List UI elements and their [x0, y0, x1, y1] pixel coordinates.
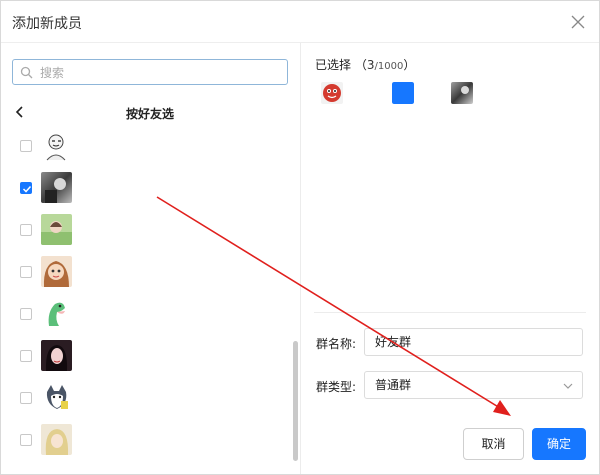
friend-row[interactable] [1, 168, 291, 210]
group-type-value: 普通群 [375, 378, 412, 392]
blue-square-avatar[interactable] [392, 82, 414, 104]
dark-hair-girl-avatar [41, 340, 72, 371]
friend-row[interactable] [1, 378, 291, 420]
husky-dog-avatar [41, 382, 72, 413]
group-type-label: 群类型: [316, 380, 357, 394]
cancel-button[interactable]: 取消 [463, 428, 524, 460]
friend-checkbox[interactable] [20, 224, 32, 236]
add-member-dialog: 添加新成员 按好友选 [0, 0, 600, 475]
friend-checkbox[interactable] [20, 266, 32, 278]
group-type-select[interactable]: 普通群 [364, 371, 583, 399]
friend-row[interactable] [1, 252, 291, 294]
blonde-girl-avatar [41, 424, 72, 455]
panel-divider [300, 43, 301, 474]
back-arrow-icon[interactable] [14, 105, 26, 119]
green-field-avatar [41, 214, 72, 245]
open-paren: （ [354, 58, 367, 72]
friend-row[interactable] [1, 210, 291, 252]
meme-cartoon-avatar [41, 130, 72, 161]
friend-row[interactable] [1, 126, 291, 168]
grayscale-photo-avatar [41, 172, 72, 203]
group-name-value: 好友群 [375, 335, 412, 349]
confirm-button[interactable]: 确定 [532, 428, 586, 460]
selected-label-text: 已选择 [315, 58, 352, 72]
search-input[interactable] [38, 63, 282, 83]
friend-checkbox[interactable] [20, 350, 32, 362]
red-cartoon-avatar[interactable] [321, 82, 343, 104]
close-paren: ） [403, 58, 416, 72]
friend-filter-title: 按好友选 [126, 107, 175, 121]
search-icon [20, 66, 33, 79]
green-dinosaur-avatar [41, 298, 72, 329]
selected-count-label: 已选择 （3/1000） [315, 56, 415, 73]
anime-girl-avatar [41, 256, 72, 287]
group-name-label: 群名称: [316, 337, 357, 351]
check-icon [22, 185, 32, 193]
friend-checkbox[interactable] [20, 392, 32, 404]
search-box[interactable] [12, 59, 288, 85]
selected-max: /1000 [374, 61, 404, 72]
friend-checkbox[interactable] [20, 434, 32, 446]
friend-checkbox[interactable] [20, 140, 32, 152]
grayscale-photo-avatar[interactable] [451, 82, 473, 104]
dialog-title: 添加新成员 [12, 16, 82, 32]
friend-row[interactable] [1, 420, 291, 462]
form-divider [314, 312, 586, 313]
friend-row[interactable] [1, 336, 291, 378]
friend-checkbox-checked[interactable] [20, 182, 32, 194]
friend-row[interactable] [1, 294, 291, 336]
group-name-input[interactable]: 好友群 [364, 328, 583, 356]
chevron-down-icon [563, 383, 573, 389]
friend-checkbox[interactable] [20, 308, 32, 320]
friend-list[interactable] [1, 126, 300, 471]
selected-count: 3 [366, 58, 375, 72]
close-icon[interactable] [571, 15, 585, 29]
friend-list-scrollbar[interactable] [293, 341, 298, 461]
